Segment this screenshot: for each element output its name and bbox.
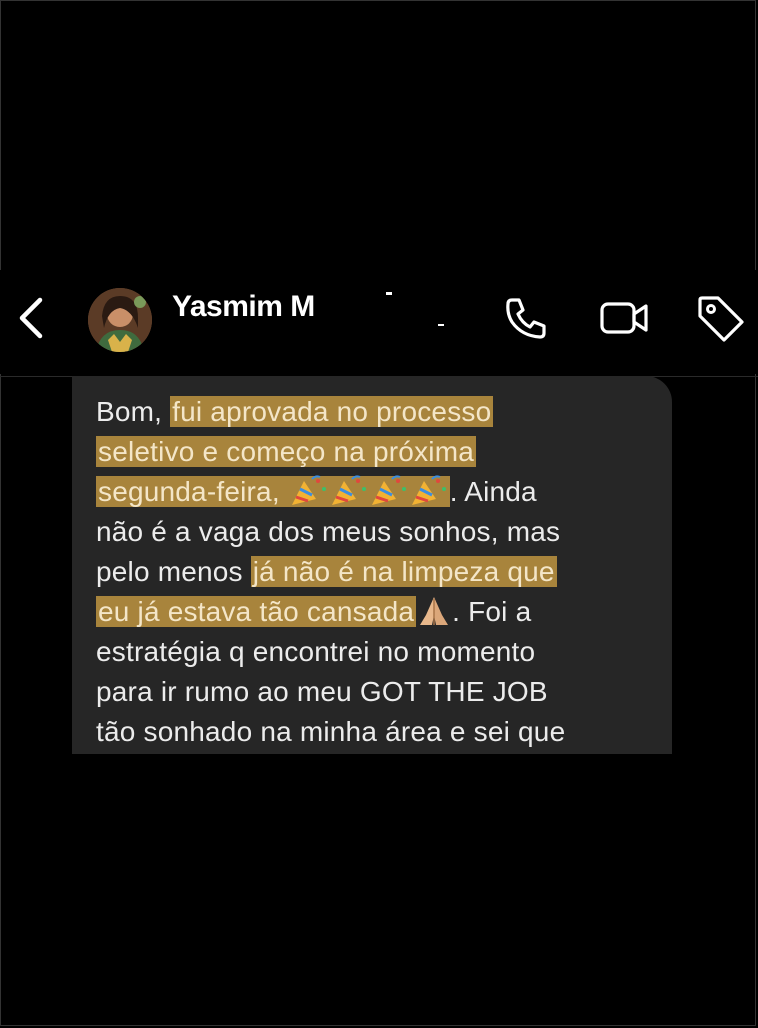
message-line: segunda-feira, . Ainda xyxy=(96,472,656,512)
highlighted-text: seletivo e começo na próxima xyxy=(96,436,476,467)
highlighted-text: já não é na limpeza que xyxy=(250,556,557,587)
party-popper-icon xyxy=(291,475,326,505)
redaction-mark xyxy=(438,324,444,326)
highlighted-text: eu já estava tão cansada xyxy=(96,596,417,627)
party-popper-icon xyxy=(371,475,406,505)
message-line: pelo menos já não é na limpeza que xyxy=(96,552,656,592)
avatar-photo xyxy=(88,288,152,352)
message-line: não é a vaga dos meus sonhos, mas xyxy=(96,512,656,552)
highlighted-text: fui aprovada no processo xyxy=(170,396,494,427)
message-line: seletivo e começo na próxima xyxy=(96,432,656,472)
phone-icon[interactable] xyxy=(500,292,552,344)
highlighted-text-segment: segunda-feira, xyxy=(98,476,288,507)
back-chevron-icon[interactable] xyxy=(14,294,50,342)
folded-hands-icon xyxy=(420,597,449,625)
avatar[interactable] xyxy=(88,288,152,352)
chat-header: Yasmim M xyxy=(0,270,758,374)
message-text-segment: . Ainda xyxy=(449,476,537,507)
video-camera-icon[interactable] xyxy=(598,292,650,344)
message-text-segment: pelo menos xyxy=(96,556,251,587)
redaction-mark xyxy=(386,292,392,295)
message-text: Bom, fui aprovada no processo seletivo e… xyxy=(96,392,656,752)
highlighted-text: segunda-feira, xyxy=(96,475,450,507)
message-text-segment: para ir rumo ao meu GOT THE JOB xyxy=(96,676,548,707)
message-text-segment: estratégia q encontrei no momento xyxy=(96,636,536,667)
message-line: para ir rumo ao meu GOT THE JOB xyxy=(96,672,656,712)
message-text-segment: tão sonhado na minha área e sei que xyxy=(96,716,566,747)
message-text-segment: não é a vaga dos meus sonhos, mas xyxy=(96,516,561,547)
message-line: estratégia q encontrei no momento xyxy=(96,632,656,672)
message-line: tão sonhado na minha área e sei que xyxy=(96,712,656,752)
party-popper-icon xyxy=(411,475,446,505)
party-popper-icon xyxy=(331,475,366,505)
message-line: eu já estava tão cansada . Foi a xyxy=(96,592,656,632)
message-text-segment: . Foi a xyxy=(452,596,532,627)
message-line: Bom, fui aprovada no processo xyxy=(96,392,656,432)
tag-icon[interactable] xyxy=(694,292,746,344)
contact-name[interactable]: Yasmim M xyxy=(172,290,342,324)
message-text-segment: Bom, xyxy=(96,396,171,427)
